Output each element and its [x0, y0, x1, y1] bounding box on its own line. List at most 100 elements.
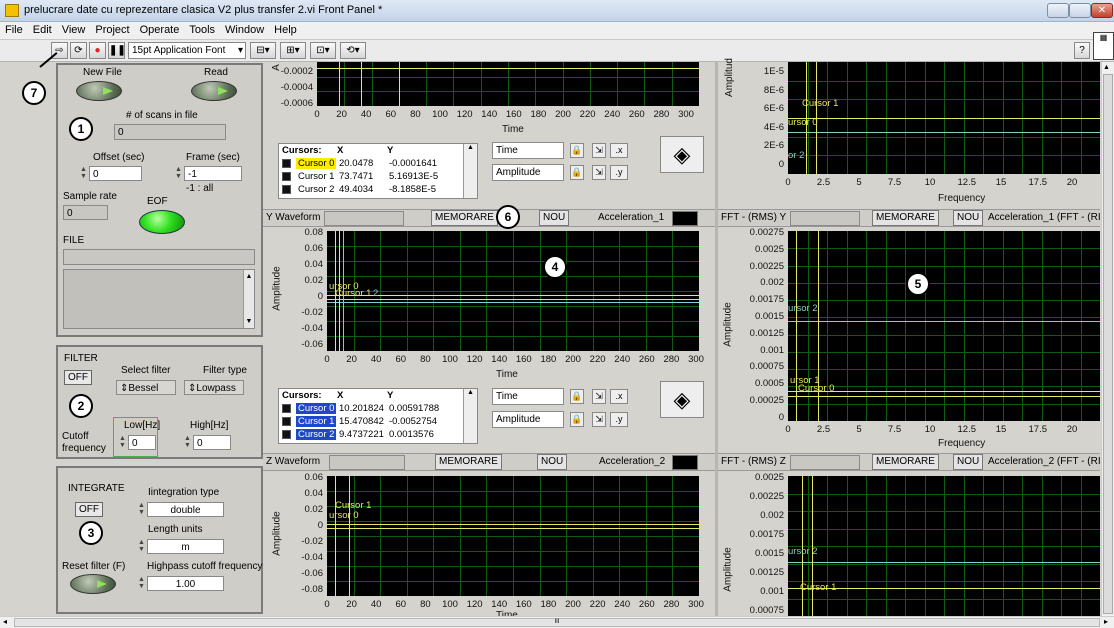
reset-filter-button[interactable]	[70, 574, 116, 594]
high-field[interactable]: 0	[193, 435, 231, 450]
cursor-row[interactable]: Cursor 0 10.201824 0.00591788	[282, 403, 462, 415]
x-time-scale-icon[interactable]: ⇲	[592, 143, 606, 158]
highpass-field[interactable]: 1.00	[147, 576, 224, 591]
cursor-row[interactable]: Cursor 1 15.470842 -0.0052754	[282, 416, 462, 428]
x-amp-format-icon[interactable]: .y	[610, 165, 628, 180]
x-time-format-icon[interactable]: .x	[610, 143, 628, 158]
y-amp-scale-icon[interactable]: ⇲	[592, 412, 606, 427]
cursor-row[interactable]: Cursor 0 20.0478 -0.0001641	[282, 158, 462, 170]
grid-line	[885, 231, 887, 421]
grid-line	[866, 231, 867, 421]
x-cursor-pad-icon[interactable]: ◈	[660, 136, 704, 173]
highpass-spinner-icon[interactable]: ▲ ▼	[137, 576, 146, 591]
integrate-off-button[interactable]: OFF	[75, 502, 103, 517]
fft-x-plot[interactable]: Cursor 1 ursor 0 or 2	[788, 62, 1100, 174]
menu-window[interactable]: Window	[220, 22, 269, 38]
reorder-icon[interactable]: ⟲▾	[340, 42, 366, 59]
y-graph-plot[interactable]: ursor 0 Cursor 12	[327, 231, 699, 351]
maximize-button[interactable]	[1069, 3, 1091, 18]
length-units-field[interactable]: m	[147, 539, 224, 554]
read-button[interactable]	[191, 81, 237, 101]
z-nou-button[interactable]: NOU	[537, 454, 568, 470]
distribute-objects-icon[interactable]: ⊞▾	[280, 42, 306, 59]
y-tick-label: -0.04	[301, 323, 323, 334]
x-tick-label: 220	[579, 109, 596, 120]
fft-z-plot[interactable]: ursor 2 Cursor 1	[788, 476, 1100, 616]
y-cursor-pad-icon[interactable]: ◈	[660, 381, 704, 418]
cursor-row[interactable]: Cursor 2 9.4737221 0.0013576	[282, 429, 462, 441]
horizontal-scrollbar[interactable]: ◂ III ▸	[0, 616, 1114, 628]
frame-spinner-icon[interactable]: ▲ ▼	[174, 166, 183, 181]
menu-project[interactable]: Project	[90, 22, 134, 38]
low-spinner-icon[interactable]: ▲ ▼	[118, 435, 127, 450]
y-time-scale-icon[interactable]: ⇲	[592, 389, 606, 404]
cursor-table-scrollbar[interactable]: ▲	[463, 144, 477, 198]
x-graph-plot[interactable]	[317, 62, 699, 106]
new-file-button[interactable]	[76, 81, 122, 101]
hscroll-thumb[interactable]: III	[14, 618, 1100, 627]
high-spinner-icon[interactable]: ▲ ▼	[183, 435, 192, 450]
vertical-scrollbar[interactable]: ▲	[1101, 62, 1114, 616]
menu-view[interactable]: View	[57, 22, 91, 38]
z-memorare-button[interactable]: MEMORARE	[435, 454, 502, 470]
scroll-thumb[interactable]	[1103, 74, 1113, 614]
filter-off-button[interactable]: OFF	[64, 370, 92, 385]
integration-type-field[interactable]: double	[147, 502, 224, 517]
x-amp-scale-icon[interactable]: ⇲	[592, 165, 606, 180]
close-button[interactable]: ✕	[1091, 3, 1113, 18]
fft-y-memorare-button[interactable]: MEMORARE	[872, 210, 939, 226]
y-cursor-legend[interactable]: Cursors: X Y Cursor 0 10.201824 0.00591788…	[278, 388, 478, 444]
select-filter-dropdown[interactable]: ⇕Bessel	[116, 380, 176, 395]
cursor-y-header: Y	[387, 145, 394, 156]
offset-field[interactable]: 0	[89, 166, 142, 181]
file-info-scrollbar[interactable]: ▲ ▼	[243, 270, 254, 328]
x-tick-label: 260	[628, 109, 645, 120]
offset-spinner-icon[interactable]: ▲ ▼	[79, 166, 88, 181]
integration-type-spinner-icon[interactable]: ▲ ▼	[137, 502, 146, 517]
frame-field[interactable]: -1	[184, 166, 242, 181]
context-help-button[interactable]: ?	[1074, 42, 1090, 59]
filter-type-dropdown[interactable]: ⇕Lowpass	[184, 380, 244, 395]
x-cursor-legend[interactable]: Cursors: X Y Cursor 0 20.0478 -0.0001641 Cu…	[278, 143, 478, 199]
y-time-lock-icon[interactable]: 🔒	[570, 389, 584, 404]
y-nou-button[interactable]: NOU	[539, 210, 570, 226]
fft-z-memorare-button[interactable]: MEMORARE	[872, 454, 939, 470]
low-field[interactable]: 0	[128, 435, 156, 450]
grid-line	[317, 76, 699, 78]
y-amp-format-icon[interactable]: .y	[610, 412, 628, 427]
menu-edit[interactable]: Edit	[28, 22, 57, 38]
signal-line	[327, 295, 699, 296]
x-time-lock-icon[interactable]: 🔒	[570, 143, 584, 158]
cursor-table-scrollbar[interactable]: ▲	[463, 389, 477, 443]
align-objects-icon[interactable]: ⊟▾	[250, 42, 276, 59]
cursor-row[interactable]: Cursor 1 73.7471 5.16913E-5	[282, 171, 462, 183]
menu-tools[interactable]: Tools	[184, 22, 220, 38]
y-tick-label: 0.00125	[749, 567, 784, 578]
menu-help[interactable]: Help	[269, 22, 302, 38]
grid-line	[905, 231, 906, 421]
x-amp-lock-icon[interactable]: 🔒	[570, 165, 584, 180]
y-tick-label: 0.00175	[749, 529, 784, 540]
cursor-swatch-icon	[282, 417, 291, 426]
y-memorare-button[interactable]: MEMORARE	[431, 210, 498, 226]
font-dropdown[interactable]: 15pt Application Font ▾	[128, 42, 246, 59]
scroll-up-icon[interactable]: ▲	[1103, 64, 1110, 71]
minimize-button[interactable]	[1047, 3, 1069, 18]
scroll-left-icon[interactable]: ◂	[3, 617, 7, 626]
cursor-row[interactable]: Cursor 2 49.4034 -8.1858E-5	[282, 184, 462, 196]
y-time-format-icon[interactable]: .x	[610, 389, 628, 404]
z-graph-plot[interactable]: Cursor 1 ursor 0	[327, 476, 699, 596]
fft-y-plot[interactable]: ursor 2 ursor 1 Cursor 0	[788, 231, 1100, 421]
menu-file[interactable]: File	[0, 22, 28, 38]
pause-icon[interactable]: ❚❚	[108, 42, 126, 59]
run-continuously-icon[interactable]: ⟳	[70, 42, 87, 59]
abort-icon[interactable]: ●	[89, 42, 106, 59]
y-amp-lock-icon[interactable]: 🔒	[570, 412, 584, 427]
scroll-right-icon[interactable]: ▸	[1104, 617, 1108, 626]
resize-objects-icon[interactable]: ⊡▾	[310, 42, 336, 59]
x-tick-label: 300	[688, 354, 704, 365]
length-units-spinner-icon[interactable]: ▲ ▼	[137, 539, 146, 554]
menu-operate[interactable]: Operate	[135, 22, 185, 38]
fft-y-nou-button[interactable]: NOU	[953, 210, 984, 226]
fft-z-nou-button[interactable]: NOU	[953, 454, 984, 470]
